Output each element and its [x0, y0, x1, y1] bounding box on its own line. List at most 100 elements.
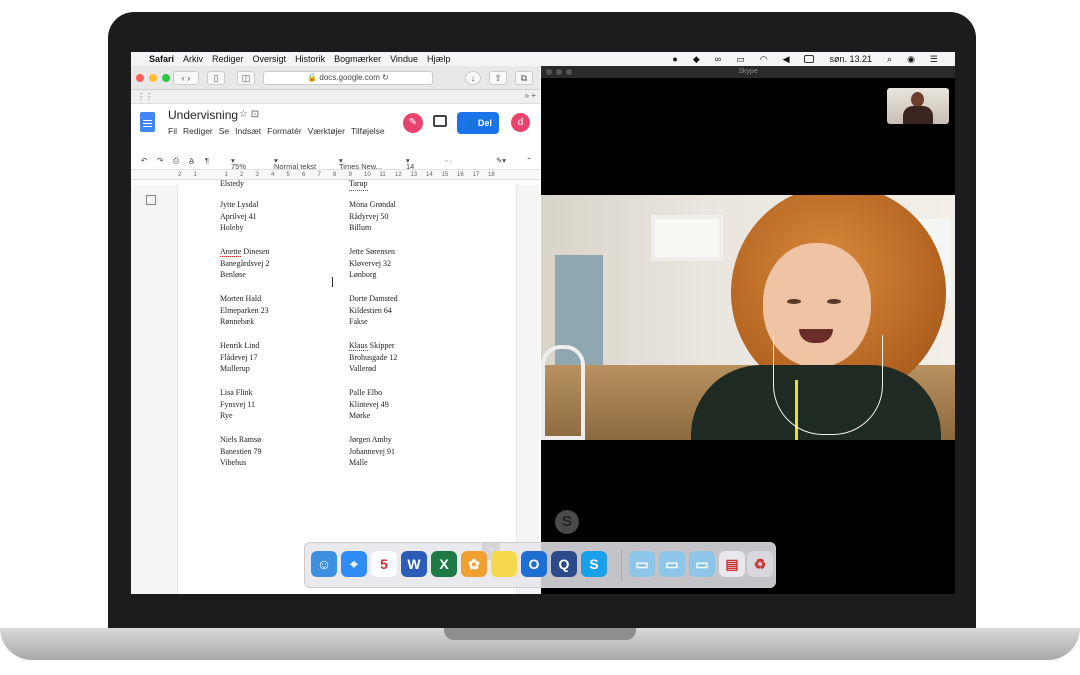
ruler-number: 1 [193, 172, 197, 178]
font-size-select[interactable]: 14 ▾ [406, 156, 414, 171]
outline-icon[interactable] [146, 195, 156, 205]
zoom-select[interactable]: 75% ▾ [231, 156, 246, 171]
dock-documents-folder-icon[interactable]: ▭ [659, 551, 685, 577]
redo-icon[interactable]: ↷ [157, 156, 163, 165]
ruler-number: 16 [457, 172, 464, 178]
dock-skype-icon[interactable]: S [581, 551, 607, 577]
address-street: Fynsvej 11 [220, 399, 256, 409]
grid-icon[interactable]: ⋮⋮ [137, 92, 153, 101]
docs-menu-fil[interactable]: Fil [168, 126, 177, 136]
airplay-icon[interactable]: ▭ [736, 54, 745, 65]
print-icon[interactable]: ⎙ [173, 156, 179, 166]
glasses-icon[interactable]: ∞ [715, 54, 721, 64]
notification-center-icon[interactable]: ☰ [930, 54, 938, 65]
dock-excel-icon[interactable]: X [431, 551, 457, 577]
menu-item-arkiv[interactable]: Arkiv [183, 54, 203, 64]
clipped-line-left: Elstedy [220, 178, 244, 190]
dock-safari-icon[interactable]: ⌖ [341, 551, 367, 577]
dock-document-stack-icon[interactable]: ▤ [719, 551, 745, 577]
status-icon[interactable]: ● [672, 54, 677, 64]
wifi-icon[interactable]: ◠ [760, 54, 768, 65]
docs-menu-tilfojelse[interactable]: Tilføjelse [351, 126, 385, 136]
clipped-line-right: Tarup [349, 178, 368, 191]
skype-logo-icon[interactable]: S [555, 510, 579, 534]
new-tab-icon[interactable]: » + [525, 91, 536, 100]
star-folder-icons[interactable]: ☆ ⊡ [239, 109, 259, 120]
docs-menu-vaerktojer[interactable]: Værktøjer [308, 126, 345, 136]
menu-item-bogmaerker[interactable]: Bogmærker [334, 54, 381, 64]
address-bar[interactable]: 🔒 docs.google.com ↻ [263, 71, 433, 85]
docs-logo-icon[interactable] [140, 112, 155, 132]
docs-menu-se[interactable]: Se [219, 126, 229, 136]
docs-menu-formater[interactable]: Formatér [267, 126, 301, 136]
dock-applications-folder-icon[interactable]: ▭ [629, 551, 655, 577]
address-block: Henrik Lind Flådevej 17 Mullerup [220, 340, 259, 375]
close-window-button[interactable] [136, 74, 144, 82]
dock-photos-icon[interactable]: ✿ [461, 551, 487, 577]
siri-icon[interactable]: ◉ [907, 54, 915, 65]
menu-app-name[interactable]: Safari [149, 54, 174, 64]
clock-text[interactable]: søn. 13.21 [829, 54, 872, 64]
docs-menu-indsaet[interactable]: Indsæt [235, 126, 261, 136]
spellcheck-underline: Klaus [349, 341, 368, 351]
minimize-window-button[interactable] [149, 74, 157, 82]
dropbox-icon[interactable]: ◆ [693, 54, 700, 65]
download-icon[interactable]: ↓ [465, 71, 481, 85]
dock-downloads-folder-icon[interactable]: ▭ [689, 551, 715, 577]
dock-finder-icon[interactable]: ☺ [311, 551, 337, 577]
undo-icon[interactable]: ↶ [141, 156, 147, 165]
menu-item-oversigt[interactable]: Oversigt [253, 54, 287, 64]
shield-icon[interactable]: ◫ [237, 71, 255, 85]
sidebar-icon[interactable]: ▯ [207, 71, 225, 85]
font-select[interactable]: Times New... ▾ [339, 156, 382, 171]
address-street: Rådyrvej 50 [349, 211, 389, 221]
editing-mode-icon[interactable]: ✎▾ [496, 156, 506, 165]
remote-video[interactable] [541, 195, 955, 440]
docs-header: Undervisning ☆ ⊡ Fil Rediger Se Indsæt F… [131, 104, 540, 150]
ruler-number: 14 [426, 172, 433, 178]
laptop-notch [444, 628, 636, 640]
share-icon[interactable]: ⇧ [489, 71, 507, 85]
avatar[interactable]: d [511, 113, 530, 132]
battery-icon[interactable] [804, 55, 815, 63]
dock-trash-icon[interactable]: ♻ [747, 551, 773, 577]
back-forward-buttons[interactable]: ‹ › [173, 71, 199, 85]
document-title[interactable]: Undervisning [168, 108, 238, 122]
address-block: Niels Ramsø Banestien 79 Vibehus [220, 434, 262, 469]
docs-menu: Fil Rediger Se Indsæt Formatér Værktøjer… [168, 126, 385, 136]
address-block: Morten Hald Elmeparken 23 Rønnebæk [220, 293, 269, 328]
comment-icon[interactable] [433, 115, 447, 127]
skype-window: Skype S [541, 66, 955, 594]
dock-outlook-icon[interactable]: O [521, 551, 547, 577]
zoom-window-button[interactable] [162, 74, 170, 82]
ruler-number: 6 [302, 172, 306, 178]
address-name: Dorte Damsted [349, 294, 398, 303]
dock-quicktime-icon[interactable]: Q [551, 551, 577, 577]
docs-menu-rediger[interactable]: Rediger [183, 126, 213, 136]
paint-format-icon[interactable]: ¶ [205, 156, 209, 165]
self-view-video[interactable] [887, 88, 949, 124]
menu-item-vindue[interactable]: Vindue [390, 54, 418, 64]
edit-pen-icon[interactable]: ✎ [403, 113, 423, 133]
menu-item-hjaelp[interactable]: Hjælp [427, 54, 451, 64]
address-street: Brohusgade 12 [349, 352, 398, 362]
self-view-head [911, 92, 924, 107]
collapse-icon[interactable]: ⌃ [526, 156, 532, 165]
skype-window-controls[interactable] [546, 69, 572, 75]
spotlight-icon[interactable]: ⌕ [887, 54, 892, 65]
dock-calendar-icon[interactable]: 5 [371, 551, 397, 577]
window-controls [136, 74, 170, 82]
ruler-number: 11 [379, 172, 386, 178]
share-label: Del [477, 118, 492, 128]
menu-item-historik[interactable]: Historik [295, 54, 325, 64]
menu-item-rediger[interactable]: Rediger [212, 54, 244, 64]
spellcheck-icon[interactable]: A̲ [189, 156, 194, 165]
tabs-icon[interactable]: ⧉ [515, 71, 533, 85]
dock-notes-icon[interactable] [491, 551, 517, 577]
dock-word-icon[interactable]: W [401, 551, 427, 577]
share-button[interactable]: 👤 Del [457, 112, 499, 134]
document-page[interactable]: Elstedy Tarup Jytte Lysdal Aprilvej 41 Hol… [177, 179, 517, 594]
volume-icon[interactable]: ◀ [783, 54, 790, 65]
more-icon[interactable]: ··· [444, 156, 452, 165]
style-select[interactable]: Normal tekst ▾ [274, 156, 316, 171]
